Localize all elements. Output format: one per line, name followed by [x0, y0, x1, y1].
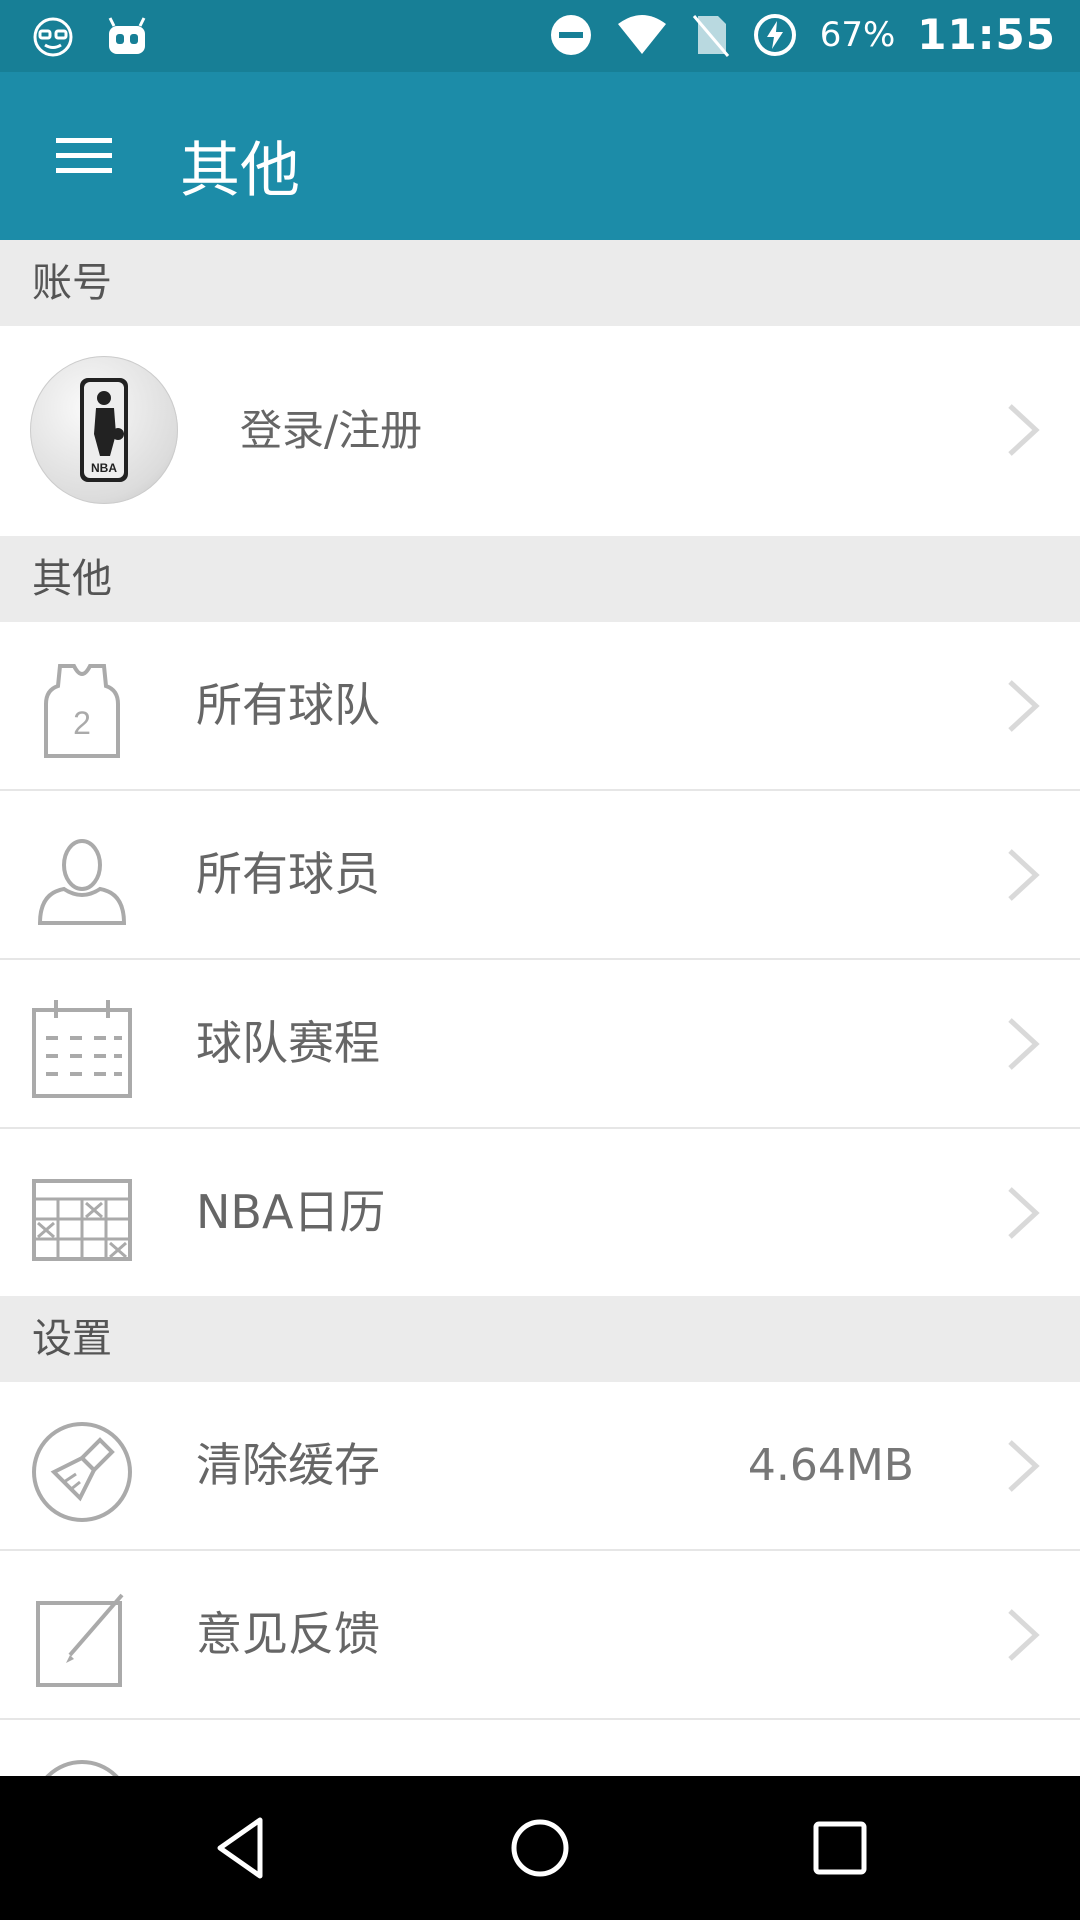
back-button[interactable]	[206, 1812, 278, 1884]
status-bar: 67% 11:55	[0, 0, 1080, 72]
menu-button[interactable]	[40, 120, 130, 192]
player-icon	[37, 839, 127, 925]
recents-button[interactable]	[804, 1812, 876, 1884]
nba-calendar-label: NBA日历	[196, 1185, 386, 1239]
login-register-row[interactable]: NBA 登录/注册	[0, 326, 1080, 536]
section-header-account: 账号	[0, 240, 1080, 326]
battery-charging-icon	[753, 13, 796, 56]
home-button[interactable]	[504, 1812, 576, 1884]
chevron-right-icon	[1008, 849, 1040, 901]
all-teams-row[interactable]: 2 所有球队	[0, 622, 1080, 791]
clock-icon	[45, 1760, 119, 1776]
clear-cache-row[interactable]: 清除缓存 4.64MB	[0, 1382, 1080, 1551]
clock: 11:55	[917, 10, 1056, 59]
chevron-right-icon	[1008, 1018, 1040, 1070]
team-schedule-row[interactable]: 球队赛程	[0, 960, 1080, 1129]
wifi-icon	[617, 14, 666, 54]
app-bar: 其他	[0, 72, 1080, 240]
back-triangle-icon	[217, 1817, 263, 1879]
feedback-label: 意见反馈	[196, 1607, 380, 1661]
settings-list[interactable]: 账号 NBA 登录/注册 其他 2 所有球队 所有球员 球队赛程 NBA日历 设…	[0, 240, 1080, 1776]
battery-percent: 67%	[819, 14, 896, 55]
nba-logo-icon: NBA	[80, 378, 128, 482]
broom-icon	[32, 1422, 132, 1522]
hamburger-menu-icon	[56, 138, 112, 173]
section-header-other: 其他	[0, 536, 1080, 622]
recents-square-icon	[813, 1821, 867, 1875]
svg-text:2: 2	[73, 705, 91, 741]
team-schedule-label: 球队赛程	[196, 1016, 380, 1070]
system-nav-bar	[0, 1776, 1080, 1920]
edit-icon	[36, 1593, 124, 1687]
all-players-label: 所有球员	[196, 847, 380, 901]
dnd-icon	[550, 14, 591, 55]
chevron-right-icon	[1008, 1187, 1040, 1239]
robot-icon	[108, 17, 146, 54]
chevron-right-icon	[1008, 1440, 1040, 1492]
home-circle-icon	[511, 1819, 569, 1877]
feedback-row[interactable]: 意见反馈	[0, 1551, 1080, 1720]
notification-face-icon	[33, 17, 73, 57]
all-players-row[interactable]: 所有球员	[0, 791, 1080, 960]
avatar: NBA	[30, 356, 178, 504]
no-sim-icon	[692, 14, 729, 57]
all-teams-label: 所有球队	[196, 678, 380, 732]
chevron-right-icon	[1008, 404, 1040, 456]
cache-size: 4.64MB	[747, 1440, 914, 1491]
nba-calendar-row[interactable]: NBA日历	[0, 1129, 1080, 1296]
calendar-icon	[32, 1000, 132, 1098]
jersey-icon: 2	[44, 664, 120, 758]
section-header-settings: 设置	[0, 1296, 1080, 1382]
page-title: 其他	[180, 136, 300, 206]
partial-row[interactable]	[0, 1720, 1080, 1776]
chevron-right-icon	[1008, 680, 1040, 732]
clear-cache-label: 清除缓存	[196, 1438, 380, 1492]
grid-calendar-icon	[32, 1179, 132, 1261]
login-register-label: 登录/注册	[240, 406, 423, 455]
svg-text:NBA: NBA	[91, 461, 117, 475]
chevron-right-icon	[1008, 1609, 1040, 1661]
